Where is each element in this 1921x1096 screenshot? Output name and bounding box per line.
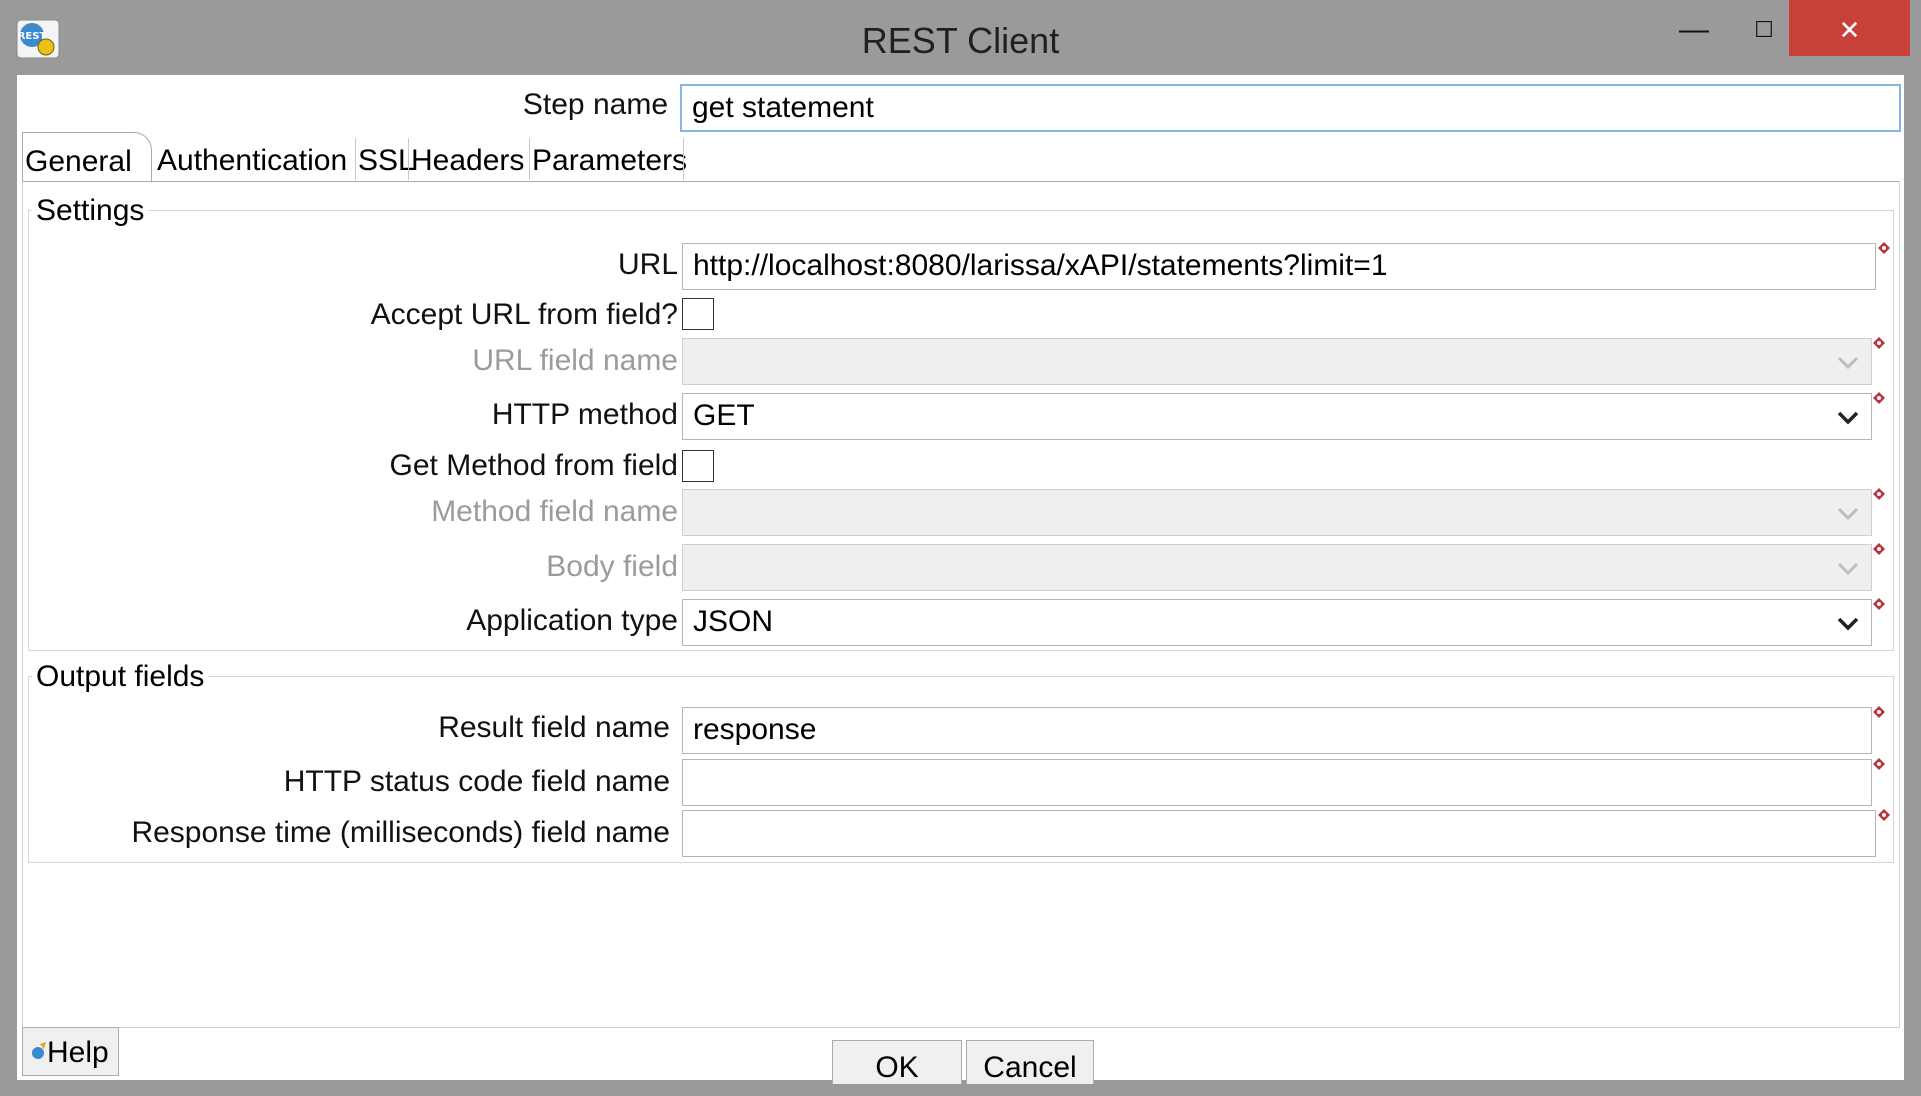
variable-marker-icon	[1873, 706, 1885, 718]
tab-underline	[22, 181, 1900, 182]
window-title: REST Client	[861, 20, 1060, 61]
response-time-field-name-input[interactable]	[682, 810, 1876, 857]
output-fields-group-title: Output fields	[32, 660, 209, 694]
result-field-name-input[interactable]: response	[682, 707, 1872, 754]
method-field-name-select[interactable]	[682, 489, 1872, 536]
variable-marker-icon	[1873, 598, 1885, 610]
ok-button[interactable]: OK	[832, 1040, 962, 1084]
tab-panel-right-border	[1899, 181, 1900, 1028]
tab-separator	[683, 138, 684, 180]
chevron-down-icon	[1837, 356, 1859, 370]
get-method-from-field-checkbox[interactable]	[682, 450, 714, 482]
tab-ssl[interactable]: SSL	[356, 132, 415, 182]
settings-group-title: Settings	[32, 194, 149, 228]
close-icon: ✕	[1838, 15, 1861, 45]
response-time-field-name-label: Response time (milliseconds) field name	[131, 816, 670, 849]
cancel-button[interactable]: Cancel	[966, 1040, 1094, 1084]
http-method-select[interactable]: GET	[682, 393, 1872, 440]
help-icon	[32, 1042, 46, 1059]
url-input[interactable]: http://localhost:8080/larissa/xAPI/state…	[682, 243, 1876, 290]
maximize-icon: ☐	[1754, 17, 1774, 42]
application-type-select[interactable]: JSON	[682, 599, 1872, 646]
body-field-label: Body field	[546, 550, 678, 583]
http-method-label: HTTP method	[491, 398, 678, 431]
http-status-code-field-name-label: HTTP status code field name	[283, 765, 670, 798]
variable-marker-icon	[1873, 543, 1885, 555]
http-status-code-field-name-input[interactable]	[682, 759, 1872, 806]
application-type-label: Application type	[466, 604, 678, 637]
variable-marker-icon	[1878, 809, 1890, 821]
method-field-name-label: Method field name	[431, 495, 678, 528]
tab-authentication[interactable]: Authentication	[155, 132, 356, 182]
url-field-name-label: URL field name	[472, 344, 678, 377]
variable-marker-icon	[1873, 392, 1885, 404]
variable-marker-icon	[1873, 337, 1885, 349]
minimize-icon: —	[1679, 13, 1709, 46]
variable-marker-icon	[1873, 488, 1885, 500]
variable-marker-icon	[1878, 242, 1890, 254]
http-method-value: GET	[693, 399, 755, 432]
variable-marker-icon	[1873, 758, 1885, 770]
url-field-name-select[interactable]	[682, 338, 1872, 385]
accept-url-from-field-checkbox[interactable]	[682, 298, 714, 330]
chevron-down-icon	[1837, 411, 1859, 425]
tab-headers[interactable]: Headers	[409, 132, 529, 182]
minimize-button[interactable]: —	[1659, 0, 1729, 56]
step-name-label: Step name	[522, 88, 668, 121]
help-label: Help	[47, 1036, 109, 1069]
chevron-down-icon	[1837, 617, 1859, 631]
help-button[interactable]: Help	[22, 1027, 119, 1076]
close-button[interactable]: ✕	[1789, 0, 1910, 56]
tab-parameters[interactable]: Parameters	[530, 132, 687, 182]
body-field-select[interactable]	[682, 544, 1872, 591]
step-name-input[interactable]: get statement	[680, 84, 1901, 132]
result-field-name-label: Result field name	[438, 711, 670, 744]
url-label: URL	[617, 248, 678, 281]
chevron-down-icon	[1837, 562, 1859, 576]
tab-general[interactable]: General	[22, 132, 152, 182]
application-type-value: JSON	[693, 605, 774, 638]
tab-panel-bottom-border	[22, 1027, 1900, 1028]
chevron-down-icon	[1837, 507, 1859, 521]
get-method-from-field-label: Get Method from field	[389, 449, 678, 482]
tab-panel-left-border	[22, 181, 23, 1028]
accept-url-from-field-label: Accept URL from field?	[370, 298, 678, 331]
